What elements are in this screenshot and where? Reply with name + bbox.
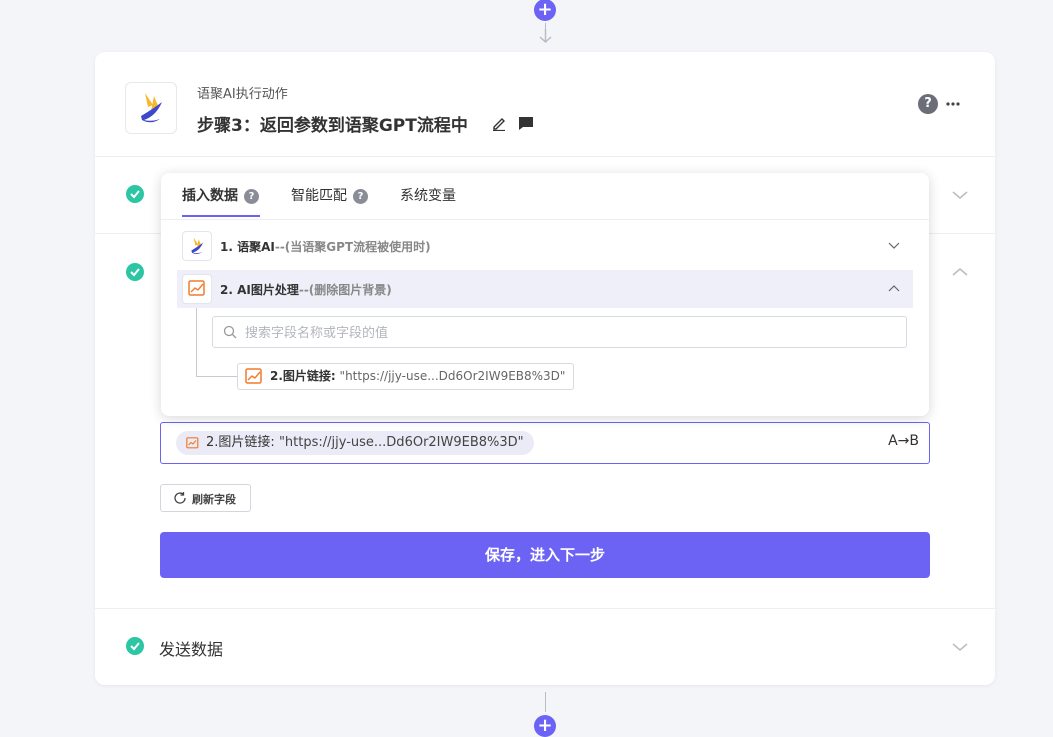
- yuju-ai-logo: [125, 82, 177, 134]
- search-icon: [223, 325, 237, 339]
- arrow-down-icon: [538, 28, 553, 44]
- section-send-data-label[interactable]: 发送数据: [159, 636, 223, 660]
- divider: [161, 219, 929, 220]
- add-step-top-icon[interactable]: +: [534, 0, 556, 21]
- data-source-row-selected[interactable]: 2. AI图片处理--(删除图片背景): [177, 270, 913, 308]
- tree-line: [196, 308, 197, 377]
- data-source-label: 2. AI图片处理--(删除图片背景): [220, 281, 392, 298]
- chevron-down-icon[interactable]: [951, 186, 969, 204]
- chevron-down-icon[interactable]: [951, 638, 969, 656]
- help-icon[interactable]: ?: [353, 189, 368, 204]
- refresh-icon: [173, 491, 187, 505]
- image-field-icon: [186, 437, 199, 449]
- refresh-fields-button[interactable]: 刷新字段: [160, 484, 251, 512]
- field-search-box[interactable]: [212, 316, 907, 348]
- transform-toggle[interactable]: A→B: [888, 433, 919, 449]
- chevron-up-icon[interactable]: [951, 263, 969, 281]
- save-next-button[interactable]: 保存，进入下一步: [160, 532, 930, 578]
- image-processing-icon: [182, 274, 212, 304]
- tag-field-name: 2.图片链接:: [206, 435, 275, 450]
- comment-icon[interactable]: [518, 116, 534, 131]
- section-complete-check-icon: [126, 185, 144, 203]
- edit-pencil-icon[interactable]: [491, 115, 507, 131]
- connector-line: [545, 692, 546, 712]
- data-source-row[interactable]: 1. 语聚AI--(当语聚GPT流程被使用时): [177, 227, 913, 265]
- app-name: 语聚AI执行动作: [197, 83, 288, 102]
- tab-system-variables[interactable]: 系统变量: [400, 173, 456, 219]
- chevron-up-icon[interactable]: [887, 283, 901, 295]
- image-field-icon: [245, 368, 263, 385]
- field-search-input[interactable]: [243, 323, 887, 343]
- tab-insert-data[interactable]: 插入数据?: [182, 173, 259, 219]
- field-name: 2.图片链接:: [270, 369, 336, 383]
- field-option-image-link[interactable]: 2.图片链接: "https://jjy-use...Dd6Or2IW9EB8%…: [237, 363, 574, 390]
- tab-smart-match[interactable]: 智能匹配?: [291, 173, 368, 219]
- yuju-ai-icon: [182, 231, 212, 261]
- help-icon[interactable]: ?: [918, 94, 938, 114]
- parameter-value-field[interactable]: 2.图片链接: "https://jjy-use...Dd6Or2IW9EB8%…: [160, 422, 930, 464]
- insert-data-popup: 插入数据? 智能匹配? 系统变量 1. 语聚AI--(当语聚GPT流程被使用时): [161, 173, 929, 416]
- tree-line: [196, 376, 237, 377]
- chevron-down-icon[interactable]: [887, 240, 901, 252]
- tag-field-value: "https://jjy-use...Dd6Or2IW9EB8%3D": [279, 435, 524, 450]
- add-step-bottom-icon[interactable]: +: [534, 715, 556, 737]
- active-tab-indicator: [182, 215, 260, 217]
- field-value: "https://jjy-use...Dd6Or2IW9EB8%3D": [340, 369, 566, 383]
- data-source-label: 1. 语聚AI--(当语聚GPT流程被使用时): [220, 238, 431, 255]
- more-options-icon[interactable]: [945, 94, 961, 114]
- divider: [95, 608, 995, 609]
- help-icon[interactable]: ?: [244, 189, 259, 204]
- section-complete-check-icon: [126, 637, 144, 655]
- step-title: 步骤3：返回参数到语聚GPT流程中: [197, 111, 468, 136]
- refresh-fields-label: 刷新字段: [192, 491, 236, 507]
- section-complete-check-icon: [126, 263, 144, 281]
- inserted-field-tag[interactable]: 2.图片链接: "https://jjy-use...Dd6Or2IW9EB8%…: [176, 431, 534, 455]
- divider: [95, 156, 995, 157]
